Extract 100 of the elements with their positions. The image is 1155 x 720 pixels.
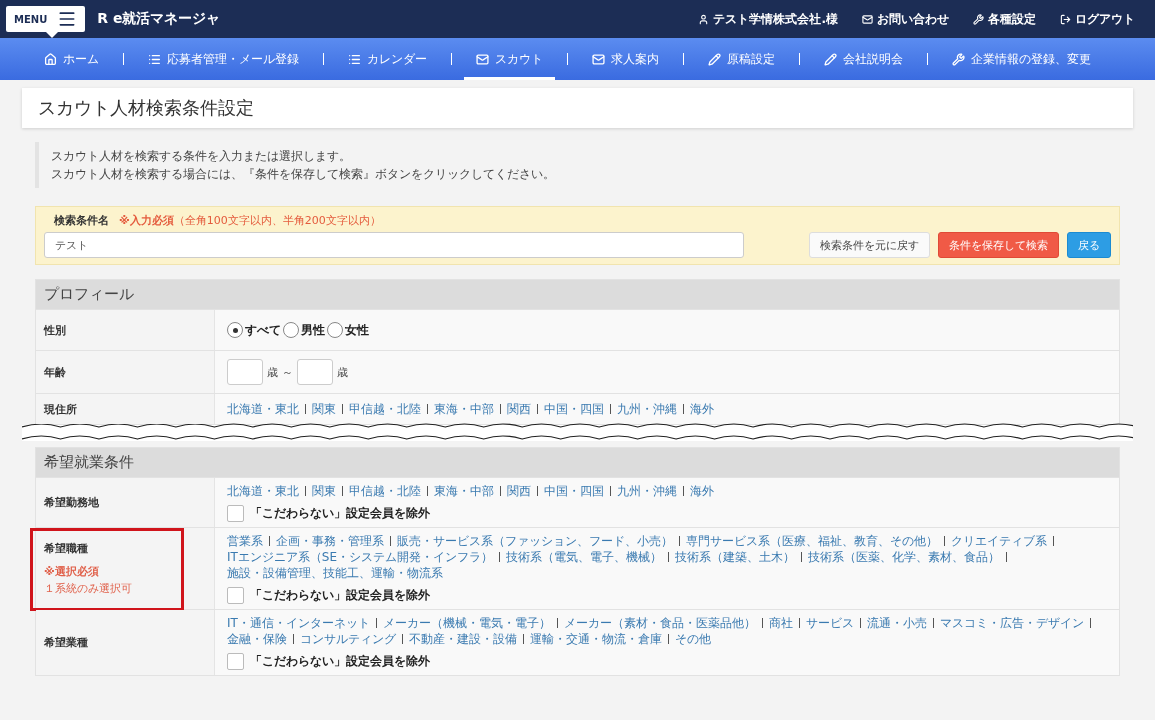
row-label: 性別 bbox=[44, 322, 67, 338]
filter-link[interactable]: 施設・設備管理、技能工、運輸・物流系 bbox=[227, 566, 443, 580]
radio-button[interactable] bbox=[327, 322, 343, 338]
header-link[interactable]: テスト学情株式会社.様 bbox=[698, 10, 838, 28]
filter-link[interactable]: 金融・保険 bbox=[227, 632, 287, 646]
pencil-icon bbox=[708, 52, 721, 66]
list-icon bbox=[148, 52, 161, 66]
filter-link[interactable]: 商社 bbox=[768, 616, 793, 630]
filter-link[interactable]: 運輸・交通・物流・倉庫 bbox=[530, 632, 662, 646]
filter-link[interactable]: メーカー（機械・電気・電子） bbox=[382, 616, 551, 630]
checkbox-label: 「こだわらない」設定会員を除外 bbox=[250, 587, 430, 604]
unit-label: 歳 bbox=[337, 364, 348, 380]
radio-label: 女性 bbox=[345, 321, 369, 339]
nav-tab[interactable]: スカウト bbox=[464, 38, 555, 80]
filter-link[interactable]: メーカー（素材・食品・医薬品他） bbox=[563, 616, 756, 630]
filter-link[interactable]: 販売・サービス系（ファッション、フード、小売） bbox=[397, 534, 673, 548]
filter-link[interactable]: 中国・四国 bbox=[544, 402, 604, 416]
logout-icon bbox=[1060, 13, 1071, 25]
filter-link[interactable]: 甲信越・北陸 bbox=[349, 484, 421, 498]
nav-tab[interactable]: 求人案内 bbox=[580, 38, 671, 80]
info-text: スカウト人材を検索する条件を入力または選択します。 bbox=[51, 148, 352, 165]
filter-link[interactable]: 関東 bbox=[312, 402, 336, 416]
unit-label: 歳 bbox=[267, 364, 278, 380]
range-separator: ～ bbox=[282, 364, 293, 380]
row-label: 希望職種 bbox=[44, 541, 89, 556]
filter-link[interactable]: 営業系 bbox=[227, 534, 263, 548]
info-text: スカウト人材を検索する場合には、『条件を保存して検索』ボタンをクリックしてください。 bbox=[51, 166, 556, 183]
user-icon bbox=[698, 13, 710, 25]
filter-link[interactable]: 技術系（電気、電子、機械） bbox=[506, 550, 663, 564]
radio-label: 男性 bbox=[301, 321, 325, 339]
radio-label: すべて bbox=[245, 321, 281, 339]
row-label: 希望業種 bbox=[44, 635, 89, 650]
list-icon bbox=[348, 52, 361, 66]
wrench-icon bbox=[952, 52, 965, 66]
page-title: スカウト人材検索条件設定 bbox=[22, 88, 1133, 128]
checkbox-label: 「こだわらない」設定会員を除外 bbox=[250, 505, 430, 522]
home-icon bbox=[44, 52, 57, 66]
nav-tab[interactable]: 応募者管理・メール登録 bbox=[136, 38, 311, 80]
nav-tab[interactable]: カレンダー bbox=[336, 38, 439, 80]
radio-button[interactable] bbox=[227, 322, 243, 338]
back-button[interactable]: 戻る bbox=[1067, 232, 1111, 258]
field-label: 検索条件名 bbox=[54, 213, 109, 228]
nav-tab[interactable]: 会社説明会 bbox=[812, 38, 915, 80]
age-from-field[interactable] bbox=[227, 359, 263, 385]
filter-link[interactable]: 関東 bbox=[312, 484, 336, 498]
mail-icon bbox=[592, 52, 605, 66]
filter-link[interactable]: 技術系（建築、土木） bbox=[675, 550, 796, 564]
filter-link[interactable]: 北海道・東北 bbox=[227, 402, 299, 416]
radio-button[interactable] bbox=[283, 322, 299, 338]
reset-button[interactable]: 検索条件を元に戻す bbox=[809, 232, 930, 258]
header-link[interactable]: 各種設定 bbox=[973, 10, 1036, 28]
filter-link[interactable]: ITエンジニア系（SE・システム開発・インフラ） bbox=[227, 550, 494, 564]
mail-icon bbox=[476, 52, 489, 66]
nav-tab[interactable]: ホーム bbox=[32, 38, 111, 80]
filter-link[interactable]: 専門サービス系（医療、福祉、教育、その他） bbox=[686, 534, 938, 548]
filter-link[interactable]: 流通・小売 bbox=[866, 616, 927, 630]
age-to-field[interactable] bbox=[297, 359, 333, 385]
filter-link[interactable]: 不動産・建設・設備 bbox=[409, 632, 517, 646]
header-link[interactable]: お問い合わせ bbox=[862, 10, 949, 28]
filter-link[interactable]: クリエイティブ系 bbox=[951, 534, 1047, 548]
section-header: プロフィール bbox=[36, 280, 1119, 309]
filter-link[interactable]: 北海道・東北 bbox=[227, 484, 299, 498]
filter-link[interactable]: 関西 bbox=[507, 484, 531, 498]
nav-tab[interactable]: 企業情報の登録、変更 bbox=[940, 38, 1103, 80]
filter-link[interactable]: 海外 bbox=[690, 402, 714, 416]
selection-note: １系統のみ選択可 bbox=[44, 581, 133, 596]
search-name-field[interactable]: テスト bbox=[44, 232, 744, 258]
filter-link[interactable]: 東海・中部 bbox=[434, 484, 494, 498]
section-header: 希望就業条件 bbox=[36, 448, 1119, 477]
filter-link[interactable]: 九州・沖縄 bbox=[617, 402, 677, 416]
mail-icon bbox=[862, 13, 873, 25]
required-mark: ※入力必須 bbox=[119, 214, 174, 227]
filter-link[interactable]: コンサルティング bbox=[300, 632, 396, 646]
row-label: 年齢 bbox=[44, 364, 67, 380]
save-search-button[interactable]: 条件を保存して検索 bbox=[938, 232, 1059, 258]
row-label: 希望勤務地 bbox=[44, 495, 100, 510]
filter-link[interactable]: 甲信越・北陸 bbox=[349, 402, 421, 416]
filter-link[interactable]: サービス bbox=[805, 616, 854, 630]
filter-link[interactable]: 九州・沖縄 bbox=[617, 484, 677, 498]
filter-link[interactable]: IT・通信・インターネット bbox=[227, 616, 370, 630]
length-hint: （全角100文字以内、半角200文字以内） bbox=[173, 214, 381, 227]
filter-link[interactable]: その他 bbox=[675, 632, 711, 646]
filter-link[interactable]: 海外 bbox=[690, 484, 714, 498]
row-label: 現住所 bbox=[44, 401, 78, 417]
nav-tab[interactable]: 原稿設定 bbox=[696, 38, 787, 80]
header-link[interactable]: ログアウト bbox=[1060, 10, 1135, 28]
pencil-icon bbox=[824, 52, 837, 66]
app-title: R e就活マネージャ bbox=[97, 10, 222, 28]
filter-link[interactable]: 中国・四国 bbox=[544, 484, 604, 498]
filter-link[interactable]: 東海・中部 bbox=[434, 402, 494, 416]
filter-link[interactable]: 企画・事務・管理系 bbox=[276, 534, 384, 548]
filter-link[interactable]: 技術系（医薬、化学、素材、食品） bbox=[808, 550, 1001, 564]
checkbox[interactable] bbox=[227, 587, 244, 604]
filter-link[interactable]: 関西 bbox=[507, 402, 531, 416]
checkbox-label: 「こだわらない」設定会員を除外 bbox=[250, 653, 430, 670]
required-note: ※選択必須 bbox=[44, 564, 100, 579]
checkbox[interactable] bbox=[227, 653, 244, 670]
wrench-icon bbox=[973, 13, 984, 25]
checkbox[interactable] bbox=[227, 505, 244, 522]
filter-link[interactable]: マスコミ・広告・デザイン bbox=[939, 616, 1084, 630]
